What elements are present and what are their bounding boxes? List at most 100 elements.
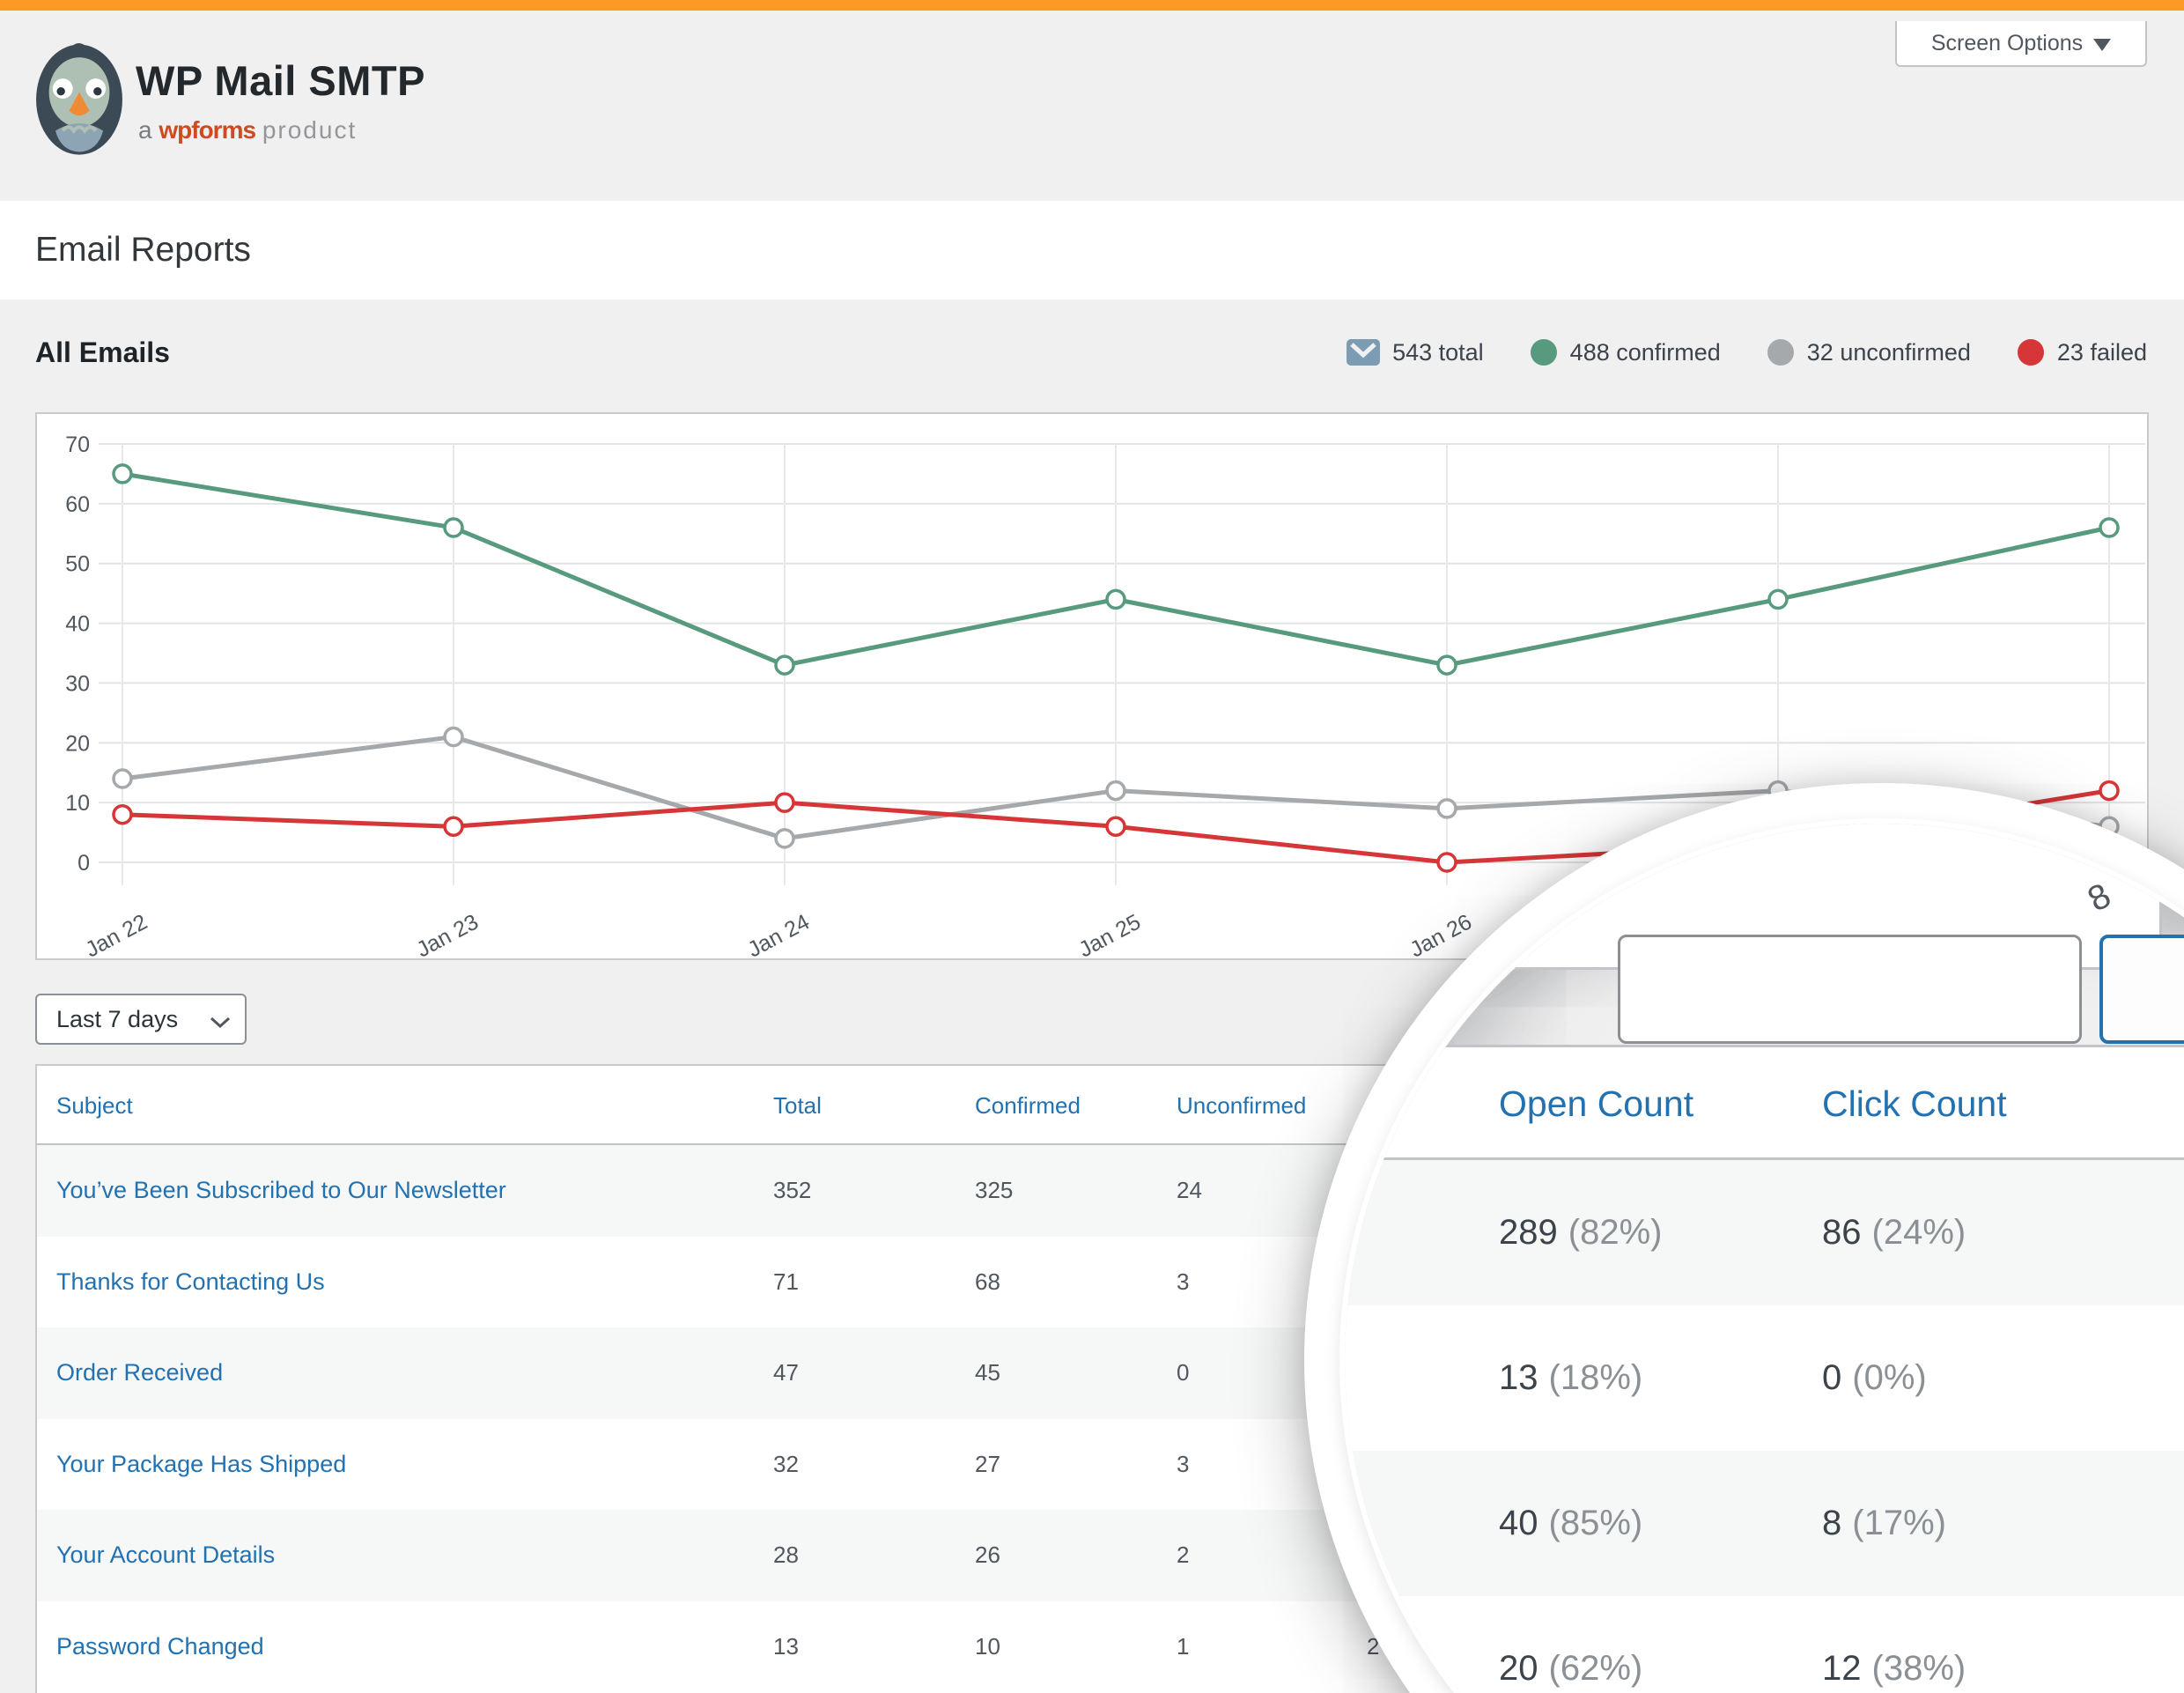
chevron-down-icon — [210, 1017, 231, 1029]
chart-legend: 543 total 488 confirmed 32 unconfirmed 2… — [1347, 326, 2147, 379]
legend-item-confirmed: 488 confirmed — [1530, 338, 1721, 366]
tagline-prefix: a — [138, 116, 152, 144]
unconfirmed-cell: 24 — [1177, 1145, 1202, 1237]
tagline-suffix: product — [262, 116, 357, 144]
y-axis-tick-label: 0 — [77, 851, 90, 876]
count-value: 8 — [1822, 1504, 1841, 1542]
legend-item-total: 543 total — [1347, 339, 1484, 366]
count-value: 13 — [1499, 1358, 1538, 1397]
count-value: 12 — [1822, 1649, 1862, 1688]
chart-point-unconfirmed[interactable] — [1438, 800, 1456, 817]
click-count-cell: 8(17%) — [1822, 1451, 1946, 1596]
envelope-icon — [1347, 339, 1380, 366]
date-range-value: Last 7 days — [56, 1006, 178, 1033]
email-reports-page: WP Mail SMTP a wpforms product Screen Op… — [0, 0, 2184, 1693]
subject-link[interactable]: Password Changed — [56, 1601, 264, 1693]
count-percent: (38%) — [1872, 1649, 1966, 1688]
subject-link[interactable]: You’ve Been Subscribed to Our Newsletter — [56, 1145, 506, 1237]
total-cell: 28 — [773, 1510, 799, 1601]
count-value: 0 — [1822, 1358, 1841, 1397]
chart-point-confirmed[interactable] — [1107, 590, 1125, 608]
app-title: WP Mail SMTP — [136, 56, 425, 105]
chevron-down-icon — [2093, 39, 2111, 51]
section-title: All Emails — [35, 336, 170, 369]
search-input[interactable] — [1618, 935, 2082, 1044]
unconfirmed-cell: 3 — [1177, 1419, 1189, 1511]
chart-point-unconfirmed[interactable] — [1107, 782, 1125, 800]
search-button[interactable] — [2099, 935, 2184, 1044]
column-header-click-count[interactable]: Click Count — [1822, 1047, 2007, 1160]
open-count-cell: 40 (85%) — [1499, 1451, 1642, 1596]
chart-point-failed[interactable] — [2100, 782, 2118, 800]
chart-point-failed[interactable] — [114, 806, 131, 824]
count-percent: (62%) — [1549, 1649, 1643, 1688]
x-axis-tick-label: Jan 22 — [81, 910, 151, 958]
click-count-cell: 12 (38%) — [1822, 1596, 1966, 1693]
y-axis-tick-label: 10 — [65, 791, 90, 816]
chart-point-confirmed[interactable] — [1769, 590, 1787, 608]
legend-label: 23 failed — [2057, 339, 2147, 366]
column-header-unconfirmed[interactable]: Unconfirmed — [1177, 1066, 1306, 1145]
column-header-confirmed[interactable]: Confirmed — [975, 1066, 1081, 1145]
wpforms-brand: wpforms — [159, 116, 255, 144]
x-axis-tick-label: Jan 25 — [1074, 910, 1144, 958]
date-range-select[interactable]: Last 7 days — [35, 994, 247, 1045]
magnifier-lens: 8 Open Count Click Count 289(82%)86(24%)… — [1304, 783, 2184, 1693]
page-title-band: Email Reports — [0, 201, 2184, 299]
chart-point-failed[interactable] — [445, 817, 462, 835]
subject-link[interactable]: Thanks for Contacting Us — [56, 1237, 325, 1328]
magnified-table-row: 13(18%) 0 (0%) — [1345, 1305, 2184, 1451]
total-cell: 13 — [773, 1601, 799, 1693]
column-header-open-count[interactable]: Open Count — [1499, 1047, 1693, 1160]
magnified-table-body: 289(82%)86(24%)13(18%)0(0%)40(85%)8(17%)… — [1345, 1160, 2184, 1693]
magnified-table: Open Count Click Count 289(82%)86(24%)13… — [1345, 1045, 2184, 1693]
chart-point-confirmed[interactable] — [114, 465, 131, 483]
count-value: 40 — [1499, 1504, 1538, 1542]
brand-top-bar — [0, 0, 2184, 11]
total-cell: 32 — [773, 1419, 799, 1511]
count-percent: (85%) — [1549, 1504, 1643, 1542]
unconfirmed-cell: 1 — [1177, 1601, 1189, 1693]
total-cell: 352 — [773, 1145, 811, 1237]
y-axis-tick-label: 50 — [65, 552, 90, 577]
chart-point-failed[interactable] — [776, 794, 793, 811]
magnified-table-header: Open Count Click Count — [1345, 1047, 2184, 1160]
confirmed-cell: 27 — [975, 1419, 1000, 1511]
y-axis-tick-label: 70 — [65, 432, 90, 457]
column-header-total[interactable]: Total — [773, 1066, 822, 1145]
dot-icon — [1530, 338, 1558, 366]
confirmed-cell: 68 — [975, 1237, 1000, 1328]
chart-point-confirmed[interactable] — [1438, 656, 1456, 674]
screen-options-button[interactable]: Screen Options — [1895, 21, 2147, 67]
open-count-cell: 13(18%) — [1499, 1305, 1642, 1451]
chart-point-failed[interactable] — [1107, 817, 1125, 835]
confirmed-cell: 45 — [975, 1327, 1000, 1419]
legend-label: 543 total — [1392, 339, 1484, 366]
count-percent: (0%) — [1852, 1358, 1926, 1397]
x-axis-tick-label: Jan 23 — [412, 910, 482, 958]
wp-mail-smtp-pigeon-logo — [35, 41, 123, 155]
click-count-cell: 0 (0%) — [1822, 1305, 1927, 1451]
column-header-subject[interactable]: Subject — [56, 1066, 133, 1145]
magnifier-lens-content: 8 Open Count Click Count 289(82%)86(24%)… — [1345, 824, 2184, 1693]
confirmed-cell: 325 — [975, 1145, 1013, 1237]
chart-point-confirmed[interactable] — [445, 519, 462, 536]
chart-point-unconfirmed[interactable] — [776, 830, 793, 847]
count-value: 20 — [1499, 1649, 1538, 1688]
y-axis-tick-label: 30 — [65, 671, 90, 696]
chart-point-confirmed[interactable] — [776, 656, 793, 674]
dot-icon — [1767, 338, 1795, 366]
chart-point-confirmed[interactable] — [2100, 519, 2118, 536]
y-axis-tick-label: 40 — [65, 612, 90, 637]
chart-point-unconfirmed[interactable] — [445, 728, 462, 746]
count-percent: (82%) — [1568, 1213, 1663, 1252]
subject-link[interactable]: Your Package Has Shipped — [56, 1419, 346, 1511]
y-axis-tick-label: 20 — [65, 731, 90, 756]
chart-point-unconfirmed[interactable] — [114, 770, 131, 787]
confirmed-cell: 10 — [975, 1601, 1000, 1693]
subject-link[interactable]: Order Received — [56, 1327, 223, 1419]
click-count-cell: 86(24%) — [1822, 1160, 1966, 1305]
legend-label: 32 unconfirmed — [1807, 339, 1971, 366]
page-title: Email Reports — [35, 201, 251, 299]
subject-link[interactable]: Your Account Details — [56, 1510, 275, 1601]
